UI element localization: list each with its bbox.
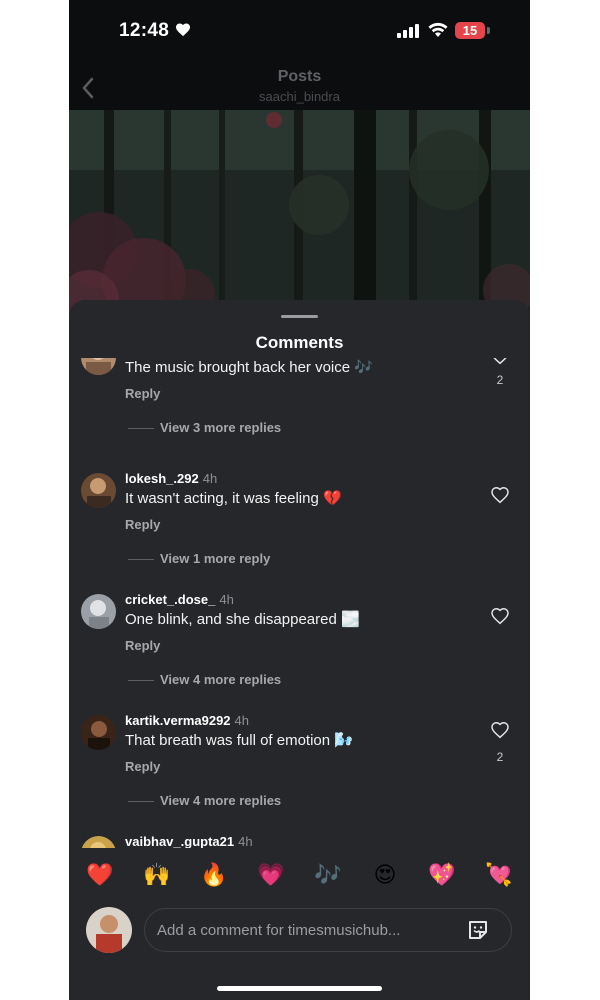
wifi-icon <box>428 22 448 37</box>
emoji-reaction[interactable]: 🎶 <box>310 860 346 890</box>
view-more-replies[interactable]: View 4 more replies <box>128 672 281 687</box>
comment-input[interactable] <box>144 908 512 952</box>
emoji-reaction[interactable]: 🙌 <box>139 860 175 890</box>
reply-button[interactable]: Reply <box>125 759 160 774</box>
emoji-reaction[interactable]: 💘 <box>481 860 517 890</box>
thread-line <box>128 428 154 430</box>
sticker-icon[interactable] <box>466 918 490 942</box>
forest-image <box>69 110 530 320</box>
thread-line <box>128 680 154 682</box>
thread-line <box>128 801 154 803</box>
view-more-replies-label: View 4 more replies <box>160 672 282 687</box>
comment-time: 4h <box>202 471 218 486</box>
view-more-replies-label: View 3 more replies <box>160 420 282 435</box>
reply-button[interactable]: Reply <box>125 386 160 401</box>
like-count: 2 <box>496 750 504 764</box>
sheet-grabber[interactable] <box>281 315 318 318</box>
comment-username[interactable]: vaibhav_.gupta21 <box>125 834 234 848</box>
view-more-replies[interactable]: View 1 more reply <box>128 551 270 566</box>
view-more-replies-label: View 1 more reply <box>160 551 271 566</box>
emoji-reaction[interactable]: 💖 <box>424 860 460 890</box>
emoji-reaction[interactable]: 💗 <box>253 860 289 890</box>
avatar[interactable] <box>81 473 116 508</box>
battery-icon: 15 <box>455 22 485 39</box>
avatar[interactable] <box>81 358 116 375</box>
comment-username-line: lokesh_.292 4h <box>125 471 217 486</box>
avatar[interactable] <box>81 715 116 750</box>
emoji-reaction[interactable]: 🔥 <box>196 860 232 890</box>
like-count: 2 <box>496 373 504 387</box>
sheet-title: Comments <box>255 333 344 352</box>
reply-button[interactable]: Reply <box>125 638 160 653</box>
page-subtitle-username[interactable]: saachi_bindra <box>69 89 530 104</box>
post-image <box>69 110 530 320</box>
comment-text: It wasn't acting, it was feeling 💔 <box>125 490 342 507</box>
thread-line <box>128 559 154 561</box>
comment-username[interactable]: cricket_.dose_ <box>125 592 215 607</box>
comment-time: 4h <box>234 713 249 728</box>
comment-time: 4h <box>238 834 253 848</box>
comment-item: The music brought back her voice 🎶 Reply… <box>69 358 530 460</box>
emoji-reaction[interactable]: 😍 <box>367 860 403 890</box>
battery-nub <box>487 27 490 34</box>
like-heart-icon[interactable] <box>490 486 510 504</box>
view-more-replies[interactable]: View 4 more replies <box>128 793 281 808</box>
comment-username-line: kartik.verma9292 4h <box>125 713 249 728</box>
status-time: 12:48 <box>119 20 170 41</box>
comment-text: The music brought back her voice 🎶 <box>125 359 373 376</box>
like-heart-icon[interactable] <box>490 358 510 365</box>
comment-item: kartik.verma9292 4h That breath was full … <box>69 713 530 833</box>
comment-username[interactable]: lokesh_.292 <box>125 471 199 486</box>
home-indicator[interactable] <box>217 986 382 991</box>
emoji-reaction[interactable]: ❤️ <box>82 860 118 890</box>
view-more-replies-label: View 4 more replies <box>160 793 282 808</box>
comments-list[interactable]: The music brought back her voice 🎶 Reply… <box>69 358 530 848</box>
comment-item: vaibhav_.gupta21 4h <box>69 834 530 848</box>
signal-icon <box>397 24 419 38</box>
view-more-replies[interactable]: View 3 more replies <box>128 420 281 435</box>
page-title: Posts <box>277 68 322 85</box>
like-heart-icon[interactable] <box>490 607 510 625</box>
nav-bar: Posts saachi_bindra <box>69 58 530 110</box>
like-heart-icon[interactable] <box>490 721 510 739</box>
comment-item: cricket_.dose_ 4h One blink, and she disa… <box>69 592 530 712</box>
comment-item: lokesh_.292 4h It wasn't acting, it was f… <box>69 471 530 591</box>
comment-username-line: vaibhav_.gupta21 4h <box>125 834 253 848</box>
phone-screen: 12:48 15 Posts saachi_bindra Comments Th… <box>69 0 530 1000</box>
comments-sheet: Comments The music brought back her voic… <box>69 300 530 1000</box>
comment-composer <box>69 905 530 957</box>
comment-username[interactable]: kartik.verma9292 <box>125 713 231 728</box>
emoji-reaction-bar: ❤️ 🙌 🔥 💗 🎶 😍 💖 💘 <box>69 860 530 890</box>
comment-text: That breath was full of emotion 🌬️ <box>125 732 353 749</box>
avatar[interactable] <box>81 594 116 629</box>
comment-username-line: cricket_.dose_ 4h <box>125 592 234 607</box>
heart-icon <box>176 23 190 37</box>
avatar[interactable] <box>81 836 116 848</box>
current-user-avatar <box>86 907 132 953</box>
reply-button[interactable]: Reply <box>125 517 160 532</box>
status-bar: 12:48 15 <box>69 0 530 58</box>
comment-time: 4h <box>219 592 234 607</box>
comment-text: One blink, and she disappeared 🌫️ <box>125 611 360 628</box>
